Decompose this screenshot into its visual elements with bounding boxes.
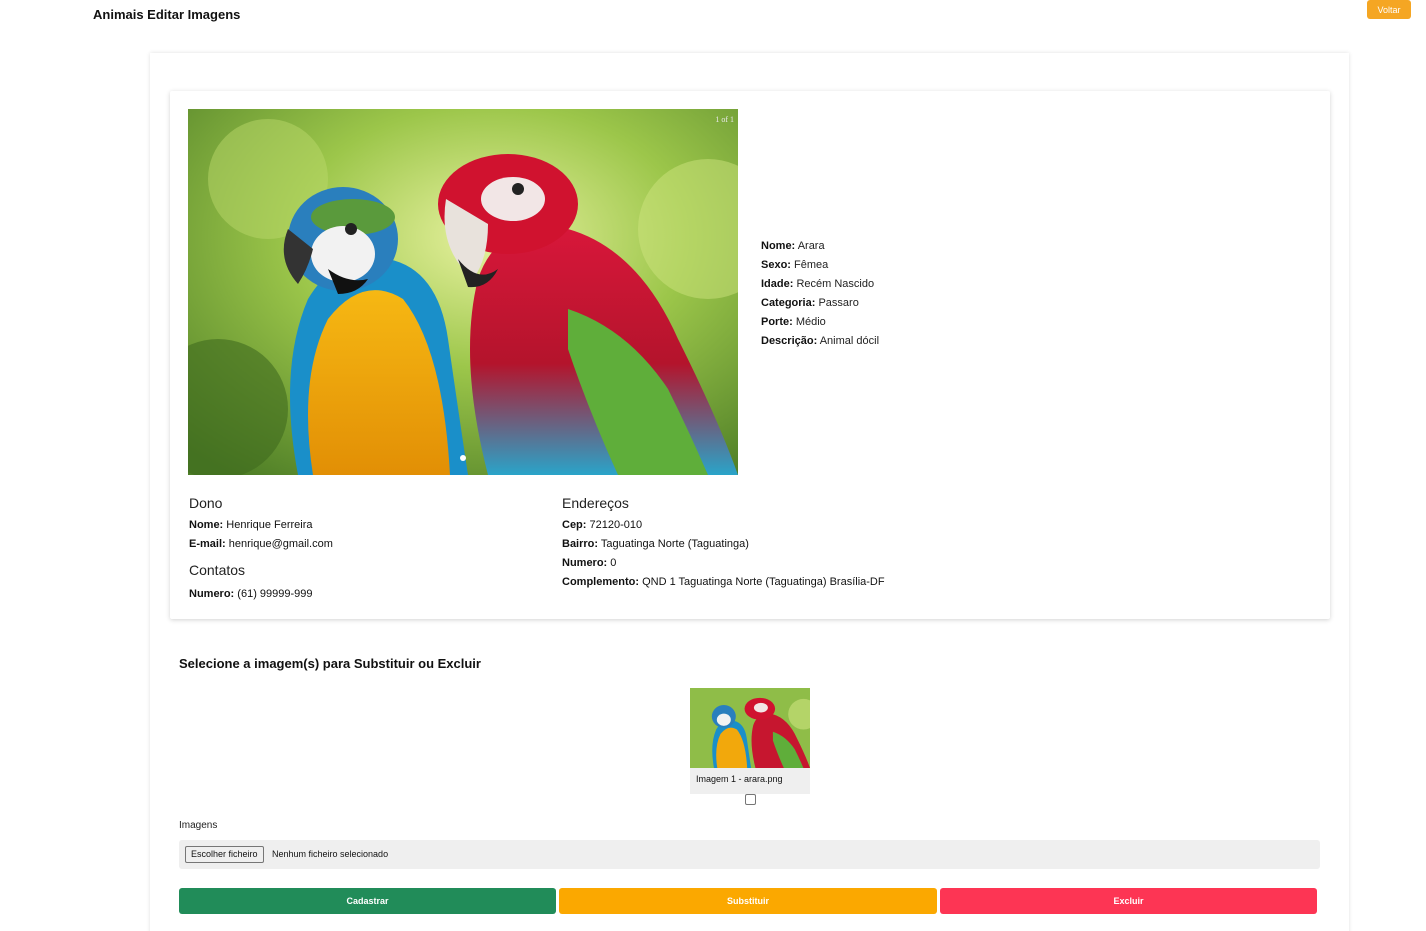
detail-value: Arara: [797, 240, 825, 252]
images-label: Imagens: [179, 820, 218, 831]
owner-phone-row: Numero: (61) 99999-999: [189, 585, 333, 604]
address-numero-row: Numero: 0: [562, 554, 885, 573]
choose-file-button[interactable]: Escolher ficheiro: [185, 846, 264, 863]
main-card: 1 of 1 Nome: Arara Sexo: Fêmea Idade: Re…: [150, 53, 1349, 931]
thumbnail-caption: Imagem 1 - arara.png: [696, 774, 783, 784]
address-cep-row: Cep: 72120-010: [562, 516, 885, 535]
detail-value: Fêmea: [794, 259, 829, 271]
animal-info-card: 1 of 1 Nome: Arara Sexo: Fêmea Idade: Re…: [170, 91, 1330, 619]
parrots-thumbnail-icon: [690, 688, 810, 768]
numero-value: 0: [610, 557, 617, 569]
address-bairro-row: Bairro: Taguatinga Norte (Taguatinga): [562, 535, 885, 554]
numero-label: Numero:: [562, 557, 608, 569]
complemento-label: Complemento:: [562, 576, 639, 588]
image-select-checkbox[interactable]: [745, 794, 756, 805]
detail-sexo: Sexo: Fêmea: [761, 256, 879, 275]
owner-section: Dono Nome: Henrique Ferreira E-mail: hen…: [189, 495, 333, 604]
detail-value: Animal dócil: [819, 335, 880, 347]
bairro-value: Taguatinga Norte (Taguatinga): [600, 538, 749, 550]
bairro-label: Bairro:: [562, 538, 599, 550]
cep-label: Cep:: [562, 519, 587, 531]
owner-heading: Dono: [189, 495, 223, 511]
detail-nome: Nome: Arara: [761, 237, 879, 256]
detail-label: Descrição:: [761, 335, 818, 347]
owner-name-row: Nome: Henrique Ferreira: [189, 516, 333, 535]
owner-name-label: Nome:: [189, 519, 224, 531]
owner-name-value: Henrique Ferreira: [226, 519, 313, 531]
owner-email-value: henrique@gmail.com: [228, 538, 333, 550]
cadastrar-button[interactable]: Cadastrar: [179, 888, 556, 914]
detail-value: Passaro: [818, 297, 859, 309]
address-section: Endereços Cep: 72120-010 Bairro: Taguati…: [562, 495, 885, 592]
detail-idade: Idade: Recém Nascido: [761, 275, 879, 294]
contacts-heading: Contatos: [189, 562, 246, 578]
file-status-text: Nenhum ficheiro selecionado: [272, 849, 389, 859]
substituir-button[interactable]: Substituir: [559, 888, 937, 914]
slide-counter: 1 of 1: [715, 115, 734, 124]
excluir-button[interactable]: Excluir: [940, 888, 1317, 914]
address-complemento-row: Complemento: QND 1 Taguatinga Norte (Tag…: [562, 573, 885, 592]
detail-label: Sexo:: [761, 259, 791, 271]
back-button[interactable]: Voltar: [1367, 0, 1411, 19]
owner-email-label: E-mail:: [189, 538, 226, 550]
page-title: Animais Editar Imagens: [93, 7, 241, 22]
parrots-photo-icon: [188, 109, 738, 475]
detail-value: Médio: [795, 316, 826, 328]
detail-porte: Porte: Médio: [761, 313, 879, 332]
detail-label: Categoria:: [761, 297, 816, 309]
animal-details: Nome: Arara Sexo: Fêmea Idade: Recém Nas…: [761, 237, 879, 351]
image-carousel[interactable]: 1 of 1: [188, 109, 738, 475]
detail-categoria: Categoria: Passaro: [761, 294, 879, 313]
owner-email-row: E-mail: henrique@gmail.com: [189, 535, 333, 554]
detail-descricao: Descrição: Animal dócil: [761, 332, 879, 351]
complemento-value: QND 1 Taguatinga Norte (Taguatinga) Bras…: [642, 576, 885, 588]
owner-phone-value: (61) 99999-999: [237, 588, 313, 600]
detail-label: Porte:: [761, 316, 793, 328]
cep-value: 72120-010: [589, 519, 643, 531]
file-input[interactable]: Escolher ficheiro Nenhum ficheiro seleci…: [179, 840, 1320, 869]
address-heading: Endereços: [562, 495, 629, 511]
carousel-indicator-dot[interactable]: [460, 455, 466, 461]
owner-phone-label: Numero:: [189, 588, 235, 600]
detail-label: Idade:: [761, 278, 794, 290]
detail-label: Nome:: [761, 240, 796, 252]
image-thumbnail-card[interactable]: Imagem 1 - arara.png: [690, 688, 810, 794]
select-images-title: Selecione a imagem(s) para Substituir ou…: [179, 656, 481, 671]
detail-value: Recém Nascido: [796, 278, 875, 290]
